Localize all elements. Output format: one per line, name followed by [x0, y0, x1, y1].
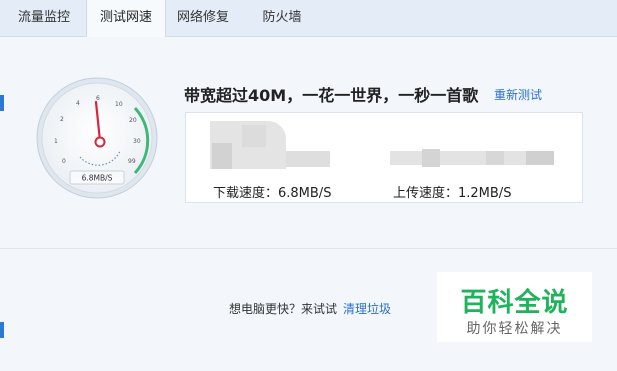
gauge-needle-hub [94, 136, 106, 148]
blurred-chart-area [486, 151, 504, 165]
speed-gauge: 0 1 2 4 6 10 20 30 99 6.8MB/S [36, 77, 158, 199]
gauge-tick-30: 30 [133, 138, 141, 145]
tab-network-repair[interactable]: 网络修复 [170, 0, 236, 36]
promo-line: 想电脑更快？来试试 清理垃圾 [229, 300, 391, 317]
watermark-subtitle: 助你轻松解决 [466, 321, 563, 337]
blurred-chart-area [212, 143, 232, 169]
blurred-chart-area [526, 151, 554, 165]
gauge-tick-20: 20 [129, 117, 137, 124]
blurred-chart-area [286, 151, 330, 167]
retest-link[interactable]: 重新测试 [494, 86, 542, 103]
tab-traffic-monitor[interactable]: 流量监控 [6, 0, 82, 36]
window-edge-marker [0, 95, 4, 111]
gauge-tick-1: 1 [54, 138, 58, 145]
watermark: 百科全说 助你轻松解决 [437, 272, 592, 342]
speed-result-headline: 带宽超过40M，一花一世界，一秒一首歌 [184, 86, 479, 105]
upload-speed-label: 上传速度：1.2MB/S [393, 186, 512, 201]
tab-firewall[interactable]: 防火墙 [254, 0, 310, 36]
watermark-title: 百科全说 [460, 288, 569, 318]
gauge-tick-10: 10 [115, 101, 123, 108]
clean-junk-link[interactable]: 清理垃圾 [343, 302, 391, 316]
gauge-tick-6: 6 [96, 95, 100, 102]
blurred-chart-area [422, 149, 440, 167]
gauge-tick-4: 4 [76, 100, 80, 107]
gauge-readout: 6.8MB/S [82, 174, 113, 183]
section-divider [0, 248, 617, 249]
blurred-chart-area [242, 125, 266, 147]
promo-text: 想电脑更快？来试试 [229, 302, 338, 316]
window-edge-marker [0, 322, 4, 338]
download-speed-label: 下载速度：6.8MB/S [213, 186, 332, 201]
gauge-tick-0: 0 [62, 158, 66, 165]
tab-bar: 流量监控 测试网速 网络修复 防火墙 [0, 0, 617, 37]
gauge-tick-99: 99 [128, 158, 136, 165]
tab-speed-test[interactable]: 测试网速 [86, 0, 166, 37]
gauge-tick-2: 2 [60, 116, 64, 123]
